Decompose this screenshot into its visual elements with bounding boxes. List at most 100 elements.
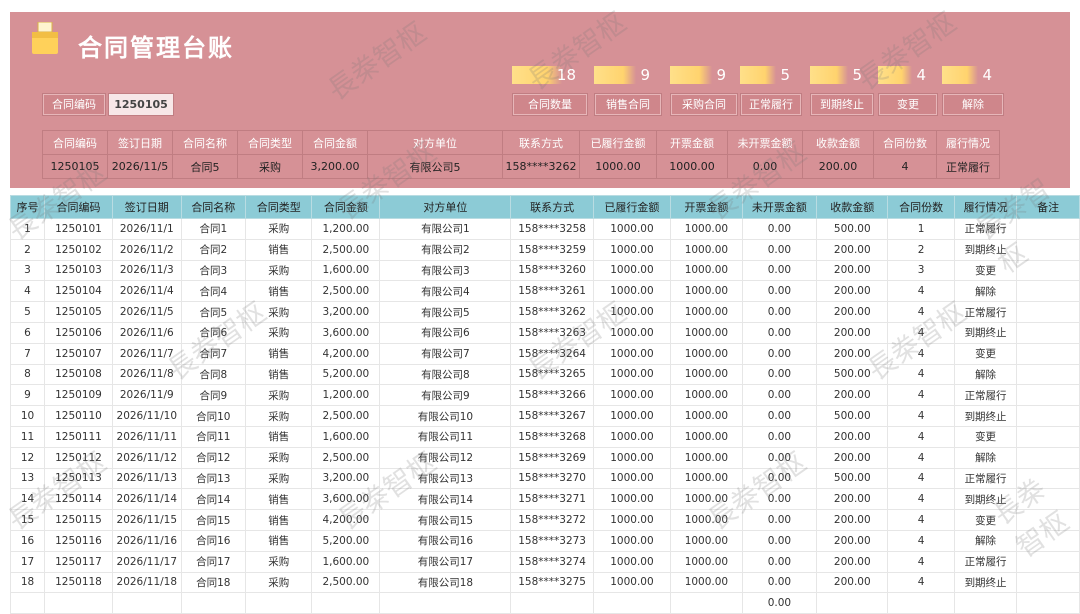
table-cell[interactable]: 18 — [10, 571, 45, 594]
table-cell[interactable]: 0.00 — [741, 488, 818, 511]
table-cell[interactable]: 合同10 — [180, 405, 247, 427]
table-cell[interactable]: 合同14 — [180, 488, 247, 511]
table-cell[interactable]: 1000.00 — [592, 529, 672, 552]
table-cell[interactable]: 变更 — [953, 509, 1018, 531]
table-cell[interactable]: 正常履行 — [953, 218, 1018, 240]
table-row[interactable]: 0.00 — [10, 592, 1080, 614]
table-cell[interactable]: 200.00 — [816, 238, 889, 261]
stat-label-2[interactable]: 采购合同 — [670, 93, 738, 116]
table-cell[interactable]: 2026/11/10 — [111, 405, 182, 427]
table-cell[interactable]: 合同6 — [180, 321, 247, 344]
table-cell[interactable]: 1000.00 — [592, 425, 672, 448]
table-cell[interactable]: 0.00 — [741, 321, 818, 344]
table-cell[interactable]: 正常履行 — [953, 550, 1018, 573]
table-cell[interactable]: 158****3268 — [510, 425, 594, 448]
table-cell[interactable]: 1000.00 — [592, 550, 672, 573]
table-row[interactable]: 8 1250108 2026/11/8 合同8 销售 5,200.00 有限公司8 158**… — [10, 363, 1080, 386]
table-cell[interactable]: 1000.00 — [670, 488, 743, 511]
table-cell[interactable]: 1000.00 — [592, 280, 672, 303]
table-cell[interactable]: 1250102 — [44, 238, 113, 261]
table-cell[interactable]: 2,500.00 — [311, 238, 381, 261]
table-cell[interactable]: 1,600.00 — [311, 425, 381, 448]
table-cell[interactable]: 合同2 — [180, 238, 247, 261]
table-cell[interactable]: 有限公司12 — [379, 446, 512, 469]
table-cell[interactable]: 2026/11/11 — [111, 425, 182, 448]
table-cell[interactable]: 销售 — [245, 509, 313, 531]
table-cell[interactable]: 158****3271 — [510, 488, 594, 511]
table-cell[interactable]: 1250101 — [44, 218, 113, 240]
table-cell[interactable]: 158****3260 — [510, 259, 594, 282]
table-cell[interactable]: 9 — [10, 384, 45, 407]
table-cell[interactable]: 4,200.00 — [311, 342, 381, 365]
table-cell[interactable]: 3,600.00 — [311, 321, 381, 344]
table-cell[interactable]: 158****3275 — [510, 571, 594, 594]
table-cell[interactable]: 1250118 — [44, 571, 113, 594]
table-cell[interactable]: 采购 — [245, 301, 313, 323]
table-cell[interactable]: 2026/11/16 — [111, 529, 182, 552]
table-cell[interactable] — [1016, 425, 1080, 448]
table-cell[interactable]: 2026/11/14 — [111, 488, 182, 511]
table-cell[interactable]: 1250105 — [44, 301, 113, 323]
table-cell[interactable]: 0.00 — [741, 550, 818, 573]
table-cell[interactable]: 1000.00 — [670, 280, 743, 303]
table-cell[interactable]: 合同1 — [180, 218, 247, 240]
table-cell[interactable]: 销售 — [245, 342, 313, 365]
table-header-cell[interactable]: 合同金额 — [311, 195, 381, 219]
table-cell[interactable]: 200.00 — [816, 342, 889, 365]
table-cell[interactable]: 4 — [887, 509, 955, 531]
table-cell[interactable]: 1250106 — [44, 321, 113, 344]
table-cell[interactable] — [1016, 280, 1080, 303]
table-cell[interactable]: 4,200.00 — [311, 509, 381, 531]
table-cell[interactable]: 4 — [887, 280, 955, 303]
table-cell[interactable]: 158****3265 — [510, 363, 594, 386]
table-cell[interactable]: 158****3274 — [510, 550, 594, 573]
table-cell[interactable]: 2026/11/4 — [111, 280, 182, 303]
table-cell[interactable]: 1000.00 — [670, 405, 743, 427]
table-cell[interactable]: 1000.00 — [592, 363, 672, 386]
table-cell[interactable]: 1000.00 — [592, 405, 672, 427]
table-cell[interactable]: 合同12 — [180, 446, 247, 469]
table-cell[interactable] — [1016, 238, 1080, 261]
table-cell[interactable]: 2026/11/6 — [111, 321, 182, 344]
table-cell[interactable]: 采购 — [245, 550, 313, 573]
table-cell[interactable]: 4 — [887, 571, 955, 594]
table-cell[interactable]: 7 — [10, 342, 45, 365]
table-cell[interactable]: 500.00 — [816, 218, 889, 240]
contract-code-input[interactable]: 1250105 — [108, 93, 174, 116]
table-cell[interactable]: 有限公司16 — [379, 529, 512, 552]
table-cell[interactable] — [1016, 509, 1080, 531]
table-cell[interactable] — [887, 592, 955, 614]
table-cell[interactable] — [953, 592, 1018, 614]
table-cell[interactable]: 1000.00 — [670, 509, 743, 531]
table-cell[interactable]: 到期终止 — [953, 571, 1018, 594]
table-cell[interactable]: 2,500.00 — [311, 405, 381, 427]
table-cell[interactable]: 4 — [887, 363, 955, 386]
table-cell[interactable]: 0.00 — [741, 363, 818, 386]
table-cell[interactable]: 1,600.00 — [311, 550, 381, 573]
table-cell[interactable]: 到期终止 — [953, 488, 1018, 511]
table-cell[interactable]: 4 — [887, 301, 955, 323]
table-cell[interactable]: 1000.00 — [670, 259, 743, 282]
table-cell[interactable]: 合同17 — [180, 550, 247, 573]
table-cell[interactable]: 采购 — [245, 384, 313, 407]
table-cell[interactable]: 合同8 — [180, 363, 247, 386]
table-cell[interactable]: 16 — [10, 529, 45, 552]
table-cell[interactable]: 1000.00 — [670, 550, 743, 573]
table-cell[interactable]: 1000.00 — [670, 321, 743, 344]
table-cell[interactable]: 1 — [887, 218, 955, 240]
table-cell[interactable]: 有限公司15 — [379, 509, 512, 531]
table-cell[interactable]: 0.00 — [741, 467, 818, 490]
table-cell[interactable]: 4 — [887, 488, 955, 511]
table-cell[interactable] — [1016, 529, 1080, 552]
table-cell[interactable]: 4 — [887, 446, 955, 469]
table-row[interactable]: 17 1250117 2026/11/17 合同17 采购 1,600.00 有限公司17 1… — [10, 550, 1080, 573]
table-row[interactable]: 18 1250118 2026/11/18 合同18 采购 2,500.00 有限公司18 1… — [10, 571, 1080, 594]
table-cell[interactable]: 2,500.00 — [311, 446, 381, 469]
table-cell[interactable]: 158****3259 — [510, 238, 594, 261]
table-cell[interactable]: 3,200.00 — [311, 467, 381, 490]
table-cell[interactable]: 解除 — [953, 363, 1018, 386]
table-cell[interactable]: 1250111 — [44, 425, 113, 448]
table-cell[interactable]: 5 — [10, 301, 45, 323]
table-cell[interactable] — [1016, 218, 1080, 240]
table-cell[interactable] — [379, 592, 512, 614]
